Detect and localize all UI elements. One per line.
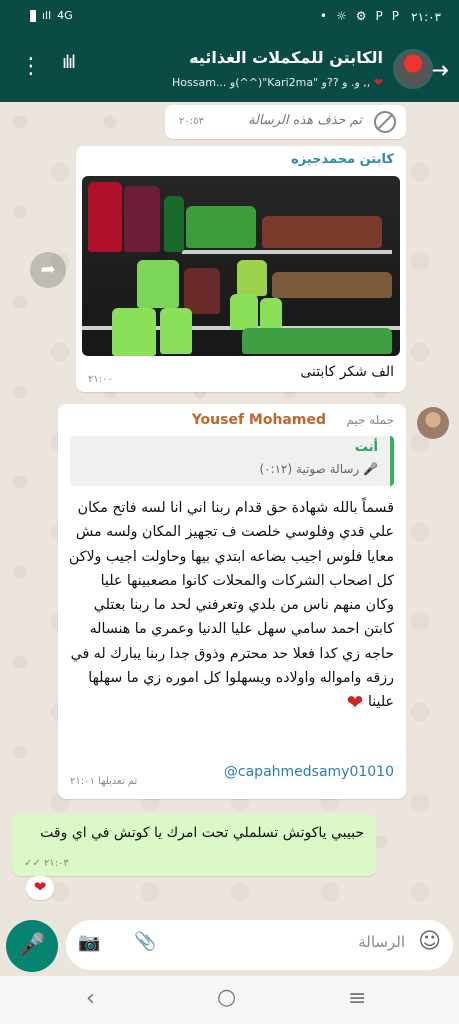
nav-back-icon[interactable]: ‹ [86,986,95,1011]
message-body: قسماً بالله شهادة حق قدام ربنا اني انا ل… [68,496,394,715]
quoted-voice-note: 🎤 رسالة صوتية (٠:١٢) [259,462,378,476]
audio-call-icon[interactable]: ılıl [62,52,76,73]
message-input[interactable]: 📷 📎 الرسالة ☺ [66,920,453,970]
notif-icon-5: P [391,9,399,23]
chat-participants[interactable]: Hossam... و(^^)"Kari2ma" و. و ??و ,, ❤ [172,76,383,89]
signal-icon: ıll [42,9,52,22]
message-placeholder: الرسالة [358,933,405,951]
notif-icon-4: P [375,9,383,23]
forward-icon[interactable]: ➦ [30,252,66,288]
mention-link[interactable]: @capahmedsamy01010 [224,764,394,780]
heart-icon: ❤ [346,690,364,715]
network-label: 4G [57,9,73,22]
chat-title[interactable]: الكابتن للمكملات الغذائيه [189,48,383,67]
message-text: قسماً بالله شهادة حق قدام ربنا اني انا ل… [68,500,394,711]
deleted-icon [374,111,396,133]
more-options-icon[interactable]: ⋮ [20,54,42,79]
mic-button[interactable]: 🎤 [6,920,58,972]
status-time: ٢١:٠٣ [411,10,441,24]
system-nav-bar: ‹ ○ ≡ [0,976,459,1024]
notification-icons: • ☼ ⚙ P P [320,9,399,23]
status-signal: ıll 4G [30,9,73,22]
quoted-text: رسالة صوتية (٠:١٢) [259,462,360,476]
notif-icon-3: ⚙ [355,9,367,23]
notif-icon-2: ☼ [335,9,347,23]
mic-small-icon: 🎤 [363,462,378,476]
message-text: حبيبي ياكوتش تسلملي تحت امرك يا كوتش في … [40,825,364,841]
input-bar: 🎤 📷 📎 الرسالة ☺ [0,920,459,976]
quoted-sender: أنت [354,440,378,455]
battery-icon [30,9,36,22]
image-message[interactable]: كابتن محمدجيزه الف شكر كابتنى ٢١:٠٠ [76,146,406,392]
reaction-heart-icon[interactable]: ❤ [26,876,54,900]
sender-name: كابتن محمدجيزه [291,152,394,167]
attach-icon[interactable]: 📎 [134,931,156,952]
chat-header: → الكابتن للمكملات الغذائيه Hossam... و(… [0,36,459,102]
deleted-text: تم حذف هذه الرسالة [247,113,362,128]
status-bar: ıll 4G • ☼ ⚙ P P ٢١:٠٣ [0,0,459,36]
reply-message[interactable]: Yousef Mohamed جمله جيم أنت 🎤 رسالة صوتي… [58,404,406,799]
outgoing-message[interactable]: حبيبي ياكوتش تسلملي تحت امرك يا كوتش في … [12,814,376,876]
sender-avatar[interactable] [417,407,449,439]
group-avatar[interactable] [393,49,433,89]
message-time: ✓✓ ٢١:٠٣ [24,858,69,869]
store-photo[interactable] [82,176,400,356]
quoted-message[interactable]: أنت 🎤 رسالة صوتية (٠:١٢) [70,436,394,486]
chat-area[interactable]: تم حذف هذه الرسالة ٢٠:٥٣ ➦ كابتن محمدجيز… [0,102,459,920]
image-caption: الف شكر كابتنى [300,364,394,380]
message-time: ٢٠:٥٣ [179,116,204,127]
mic-icon: 🎤 [18,933,46,958]
camera-icon[interactable]: 📷 [78,932,100,953]
time-text: ٢١:٠٣ [43,858,69,869]
deleted-message[interactable]: تم حذف هذه الرسالة ٢٠:٥٣ [165,105,406,139]
emoji-icon[interactable]: ☺ [418,929,441,954]
notif-icon-1: • [319,9,327,23]
read-ticks-icon: ✓✓ [24,858,41,869]
sender-group: جمله جيم [346,413,394,427]
message-time: ٢١:٠٠ [88,374,113,385]
nav-home-icon[interactable]: ○ [217,985,236,1010]
heart-icon: ❤ [373,76,383,89]
sender-name[interactable]: Yousef Mohamed [192,412,326,428]
edited-time: تم تعديلها ٢١:٠١ [70,776,138,787]
nav-recents-icon[interactable]: ≡ [348,986,366,1011]
participants-text: Hossam... و(^^)"Kari2ma" و. و ??و ,, [172,76,371,89]
